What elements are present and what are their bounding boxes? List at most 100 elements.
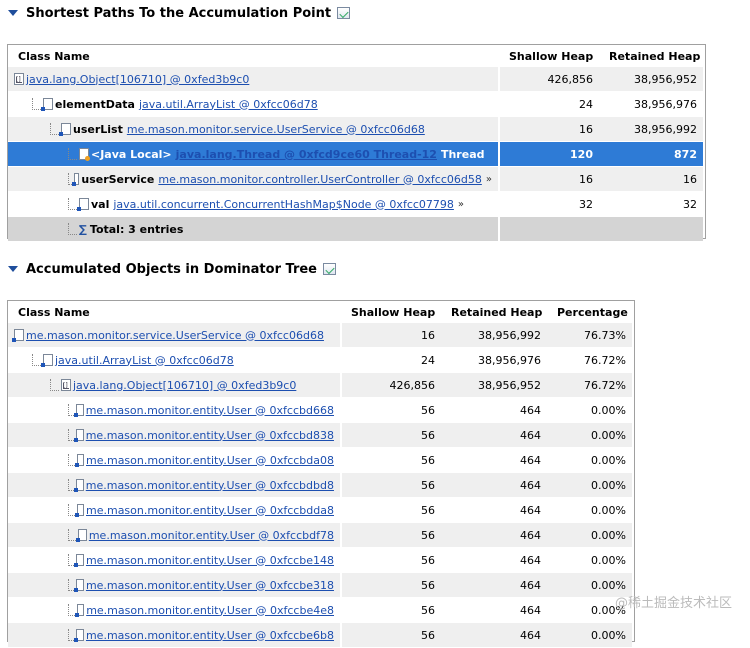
table-row[interactable]: me.mason.monitor.entity.User @ 0xfccbe14…	[8, 547, 632, 573]
object-link[interactable]: java.lang.Object[106710] @ 0xfed3b9c0	[26, 73, 249, 86]
object-icon	[72, 173, 80, 186]
object-icon	[74, 504, 84, 517]
table-row[interactable]: java.lang.Object[106710] @ 0xfed3b9c0 426…	[8, 67, 703, 92]
object-icon	[74, 429, 84, 442]
object-link[interactable]: me.mason.monitor.entity.User @ 0xfccbd83…	[86, 429, 334, 442]
percentage-cell: 76.72%	[547, 347, 632, 373]
retained-heap-cell: 464	[441, 397, 547, 423]
object-icon	[74, 554, 84, 567]
table-row[interactable]: me.mason.monitor.entity.User @ 0xfccbe4e…	[8, 597, 632, 623]
percentage-cell: 0.00%	[547, 497, 632, 523]
object-link[interactable]: java.lang.Object[106710] @ 0xfed3b9c0	[73, 379, 296, 392]
object-link[interactable]: me.mason.monitor.entity.User @ 0xfccbdda…	[86, 504, 334, 517]
table-row[interactable]: val java.util.concurrent.ConcurrentHashMa…	[8, 191, 703, 217]
object-link[interactable]: me.mason.monitor.entity.User @ 0xfccbdbd…	[86, 479, 334, 492]
shallow-heap-cell: 426,856	[341, 372, 441, 398]
section-header-shortest-paths[interactable]: Shortest Paths To the Accumulation Point	[8, 3, 351, 23]
object-icon	[59, 123, 71, 136]
column-header-retained-heap[interactable]: Retained Heap	[441, 301, 547, 323]
retained-heap-cell: 38,956,952	[441, 372, 547, 398]
table-row[interactable]: me.mason.monitor.entity.User @ 0xfccbd66…	[8, 397, 632, 423]
shallow-heap-cell: 56	[341, 547, 441, 573]
shallow-heap-cell: 56	[341, 597, 441, 623]
tree-connector	[68, 198, 77, 210]
expand-details-icon[interactable]	[323, 263, 336, 275]
object-link[interactable]: java.util.concurrent.ConcurrentHashMap$N…	[113, 198, 454, 211]
expand-details-icon[interactable]	[337, 7, 351, 19]
watermark: @稀土掘金技术社区	[614, 596, 732, 611]
table-row[interactable]: me.mason.monitor.service.UserService @ 0…	[8, 323, 632, 348]
class-name-cell: me.mason.monitor.entity.User @ 0xfccbd66…	[8, 397, 342, 423]
object-link[interactable]: me.mason.monitor.service.UserService @ 0…	[26, 329, 324, 342]
table-row[interactable]: java.util.ArrayList @ 0xfcc06d78 24 38,956…	[8, 347, 632, 373]
retained-heap-cell: 464	[441, 622, 547, 648]
retained-heap-cell: 38,956,952	[599, 67, 703, 92]
object-link[interactable]: me.mason.monitor.entity.User @ 0xfccbe6b…	[86, 629, 334, 642]
table-row[interactable]: me.mason.monitor.entity.User @ 0xfccbe6b…	[8, 622, 632, 648]
field-name: <Java Local>	[91, 147, 172, 161]
object-link[interactable]: me.mason.monitor.service.UserService @ 0…	[127, 123, 425, 136]
field-name: userList	[73, 122, 123, 136]
table-row[interactable]: me.mason.monitor.entity.User @ 0xfccbdbd…	[8, 472, 632, 498]
table-row[interactable]: me.mason.monitor.entity.User @ 0xfccbe31…	[8, 572, 632, 598]
percentage-cell: 0.00%	[547, 472, 632, 498]
section-header-accumulated-objects[interactable]: Accumulated Objects in Dominator Tree	[8, 259, 336, 279]
total-label: Total: 3 entries	[89, 222, 184, 236]
class-name-cell: java.lang.Object[106710] @ 0xfed3b9c0	[8, 67, 500, 92]
percentage-cell: 76.73%	[547, 323, 632, 348]
object-icon	[41, 354, 53, 367]
table-row[interactable]: userList me.mason.monitor.service.UserSer…	[8, 116, 703, 142]
object-link[interactable]: me.mason.monitor.entity.User @ 0xfccbe14…	[86, 554, 334, 567]
object-link[interactable]: java.util.ArrayList @ 0xfcc06d78	[139, 98, 318, 111]
field-name: userService	[81, 172, 155, 186]
dominator-tree-table: Class Name Shallow Heap Retained Heap Pe…	[8, 301, 632, 648]
shallow-heap-cell: 426,856	[499, 67, 599, 92]
column-header-percentage[interactable]: Percentage	[547, 301, 632, 323]
object-link[interactable]: me.mason.monitor.entity.User @ 0xfccbdf7…	[89, 529, 334, 542]
column-header-class-name[interactable]: Class Name	[8, 301, 341, 323]
object-link[interactable]: me.mason.monitor.controller.UserControll…	[158, 173, 481, 186]
local-icon	[79, 148, 90, 161]
object-link[interactable]: me.mason.monitor.entity.User @ 0xfccbe4e…	[86, 604, 334, 617]
class-name-cell: me.mason.monitor.entity.User @ 0xfccbdda…	[8, 497, 342, 523]
table-row[interactable]: java.lang.Object[106710] @ 0xfed3b9c0 426…	[8, 372, 632, 398]
class-name-cell: me.mason.monitor.entity.User @ 0xfccbd83…	[8, 422, 342, 448]
retained-heap-cell: 872	[599, 141, 703, 167]
table-row[interactable]: userService me.mason.monitor.controller.U…	[8, 166, 703, 192]
table-row[interactable]: elementData java.util.ArrayList @ 0xfcc06…	[8, 91, 703, 117]
column-header-retained-heap[interactable]: Retained Heap	[599, 45, 703, 67]
table-row[interactable]: me.mason.monitor.entity.User @ 0xfccbdda…	[8, 497, 632, 523]
collapse-triangle-icon[interactable]	[8, 266, 18, 272]
shallow-heap-cell: 16	[499, 116, 599, 142]
retained-heap-cell: 32	[599, 191, 703, 217]
object-link[interactable]: me.mason.monitor.entity.User @ 0xfccbd66…	[86, 404, 334, 417]
retained-heap-cell: 16	[599, 166, 703, 192]
column-header-class-name[interactable]: Class Name	[8, 45, 499, 67]
class-name-cell: me.mason.monitor.entity.User @ 0xfccbdbd…	[8, 472, 342, 498]
section-title: Shortest Paths To the Accumulation Point	[26, 5, 332, 21]
object-link[interactable]: me.mason.monitor.entity.User @ 0xfccbe31…	[86, 579, 334, 592]
percentage-cell: 0.00%	[547, 447, 632, 473]
table-row[interactable]: <Java Local> java.lang.Thread @ 0xfcd9ce6…	[8, 141, 703, 167]
column-header-shallow-heap[interactable]: Shallow Heap	[499, 45, 599, 67]
object-icon	[75, 529, 87, 542]
tree-connector	[50, 379, 59, 391]
total-cell: ∑ Total: 3 entries	[8, 216, 500, 242]
collapse-triangle-icon[interactable]	[8, 10, 18, 16]
shallow-heap-cell: 56	[341, 572, 441, 598]
table-row[interactable]: me.mason.monitor.entity.User @ 0xfccbd83…	[8, 422, 632, 448]
tree-connector	[68, 604, 75, 616]
shallow-heap-cell: 24	[341, 347, 441, 373]
table-row[interactable]: me.mason.monitor.entity.User @ 0xfccbda0…	[8, 447, 632, 473]
shallow-heap-cell: 16	[499, 166, 599, 192]
percentage-cell: 0.00%	[547, 422, 632, 448]
shallow-heap-cell	[499, 216, 599, 242]
object-link[interactable]: java.lang.Thread @ 0xfcd9ce60 Thread-12	[176, 148, 437, 161]
retained-heap-cell: 38,956,992	[599, 116, 703, 142]
table-row[interactable]: me.mason.monitor.entity.User @ 0xfccbdf7…	[8, 522, 632, 548]
object-link[interactable]: me.mason.monitor.entity.User @ 0xfccbda0…	[86, 454, 334, 467]
object-link[interactable]: java.util.ArrayList @ 0xfcc06d78	[55, 354, 234, 367]
column-header-shallow-heap[interactable]: Shallow Heap	[341, 301, 441, 323]
more-arrow: »	[457, 198, 465, 210]
retained-heap-cell: 464	[441, 597, 547, 623]
